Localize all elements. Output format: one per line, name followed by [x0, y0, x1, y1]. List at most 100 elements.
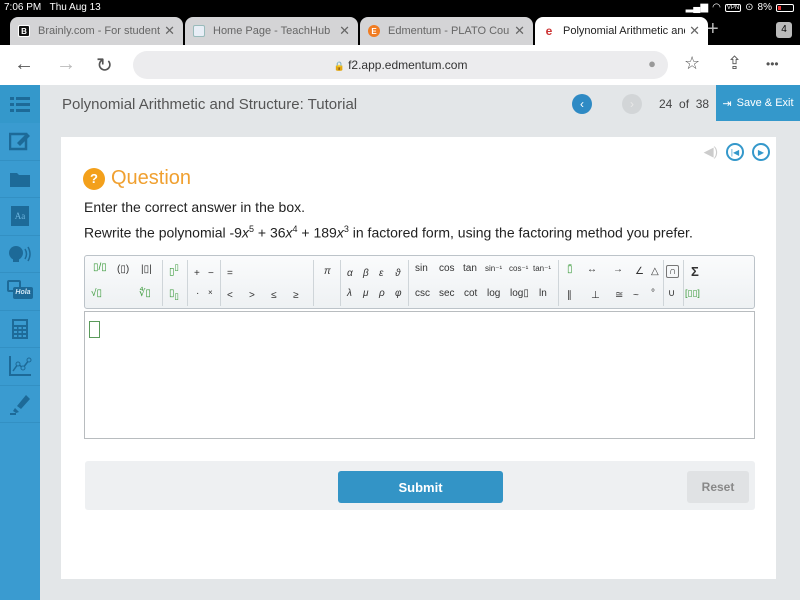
greater-equal-button[interactable]: ≥: [293, 290, 299, 301]
back-icon[interactable]: ←: [14, 53, 34, 76]
submit-button[interactable]: Submit: [338, 471, 503, 503]
exit-icon: ⇥: [722, 97, 732, 110]
volume-icon[interactable]: ◀): [704, 144, 718, 160]
pi-button[interactable]: π: [324, 266, 331, 277]
share-icon[interactable]: ⇪: [727, 53, 742, 74]
close-tab-icon[interactable]: ✕: [339, 23, 350, 39]
phi-button[interactable]: φ: [395, 288, 402, 299]
sidebar-item-folder[interactable]: [0, 161, 40, 198]
address-bar-row: ← → ↻ 🔒 f2.app.edmentum.com ● ☆ ⇪ •••: [0, 45, 800, 85]
bookmark-star-icon[interactable]: ☆: [684, 53, 700, 74]
menu-button[interactable]: [0, 85, 40, 123]
times-button[interactable]: ×: [208, 288, 213, 297]
new-tab-icon[interactable]: +: [707, 18, 719, 41]
browser-tab-strip: 7:06 PM Thu Aug 13 ▂▄▆ ◠ VPN ⊙ 8% B Brai…: [0, 0, 800, 45]
browser-tab-teachhub[interactable]: Home Page - TeachHub ✕: [185, 17, 358, 45]
csc-button[interactable]: csc: [415, 288, 430, 299]
sidebar-item-text-to-speech[interactable]: [0, 236, 40, 273]
close-tab-icon[interactable]: ✕: [514, 23, 525, 39]
congruent-button[interactable]: ≅: [615, 290, 623, 301]
sin-button[interactable]: sin: [415, 263, 428, 274]
ray-button[interactable]: →: [613, 264, 623, 275]
theta-button[interactable]: ϑ: [395, 268, 401, 279]
submit-bar: Submit Reset: [85, 461, 755, 510]
less-than-button[interactable]: <: [227, 290, 233, 301]
app-header: Polynomial Arithmetic and Structure: Tut…: [0, 85, 800, 123]
reset-button[interactable]: Reset: [687, 471, 749, 503]
tan-button[interactable]: tan: [463, 263, 477, 274]
status-time: 7:06 PM Thu Aug 13: [4, 2, 101, 13]
cos-button[interactable]: cos: [439, 263, 455, 274]
play-audio-button[interactable]: ▶: [752, 143, 770, 161]
similar-button[interactable]: ~: [633, 290, 639, 301]
beta-button[interactable]: β: [363, 268, 369, 279]
rho-button[interactable]: ρ: [379, 288, 385, 299]
browser-tab-polynomial[interactable]: e Polynomial Arithmetic and Structure ✕: [535, 17, 708, 45]
sidebar-item-calculator[interactable]: [0, 311, 40, 348]
arccos-button[interactable]: cos⁻¹: [509, 264, 528, 273]
toolbar-group-scripts: ▯▯ ▯▯: [163, 260, 188, 306]
microphone-icon[interactable]: ●: [648, 56, 656, 71]
sidebar-item-translate[interactable]: Hola: [0, 273, 40, 311]
ln-button[interactable]: ln: [539, 288, 547, 299]
audio-controls: ◀) |◀ ▶: [704, 143, 770, 161]
equals-button[interactable]: =: [227, 268, 233, 279]
close-tab-icon[interactable]: ✕: [689, 23, 700, 39]
previous-page-button[interactable]: ‹: [572, 94, 592, 114]
overline-button[interactable]: ▯̄: [567, 264, 573, 275]
log-button[interactable]: log: [487, 288, 500, 299]
forward-icon[interactable]: →: [56, 53, 76, 76]
next-page-button[interactable]: ›: [622, 94, 642, 114]
browser-tab-edmentum[interactable]: E Edmentum - PLATO Courses ✕: [360, 17, 533, 45]
lambda-button[interactable]: λ: [347, 288, 352, 299]
sidebar-item-dictionary[interactable]: Aa: [0, 198, 40, 236]
summation-button[interactable]: Σ: [691, 264, 699, 279]
restart-audio-button[interactable]: |◀: [726, 143, 744, 161]
save-exit-button[interactable]: ⇥ Save & Exit: [716, 85, 800, 121]
dot-button[interactable]: ·: [196, 288, 199, 299]
log-base-button[interactable]: log▯: [510, 288, 529, 299]
cot-button[interactable]: cot: [464, 288, 477, 299]
parallel-button[interactable]: ∥: [567, 290, 572, 301]
sidebar-item-notes[interactable]: [0, 123, 40, 161]
subscript-button[interactable]: ▯▯: [169, 288, 179, 301]
fraction-button[interactable]: ▯/▯: [93, 262, 107, 273]
square-root-button[interactable]: √▯: [91, 288, 102, 299]
plus-button[interactable]: +: [194, 268, 200, 279]
input-cursor-placeholder[interactable]: [89, 321, 100, 338]
more-icon[interactable]: •••: [766, 57, 779, 71]
tutorial-title: Polynomial Arithmetic and Structure: Tut…: [62, 96, 358, 113]
perpendicular-button[interactable]: ⊥: [591, 290, 600, 301]
url-text: f2.app.edmentum.com: [348, 58, 468, 72]
nth-root-button[interactable]: ∜▯: [139, 288, 151, 299]
tab-count-button[interactable]: 4: [776, 22, 792, 38]
answer-input[interactable]: [84, 311, 755, 439]
epsilon-button[interactable]: ε: [379, 268, 383, 279]
greater-than-button[interactable]: >: [249, 290, 255, 301]
intersection-button[interactable]: ∩: [666, 265, 680, 278]
url-input[interactable]: 🔒 f2.app.edmentum.com ●: [133, 51, 668, 79]
absolute-value-button[interactable]: |▯|: [141, 264, 152, 275]
sidebar-item-graph[interactable]: [0, 348, 40, 386]
union-button[interactable]: ∪: [668, 288, 675, 299]
superscript-button[interactable]: ▯▯: [169, 262, 179, 277]
mu-button[interactable]: μ: [363, 288, 368, 299]
triangle-button[interactable]: △: [651, 266, 659, 277]
question-mark-icon: ?: [83, 167, 105, 190]
close-tab-icon[interactable]: ✕: [164, 23, 175, 39]
sidebar-item-highlighter[interactable]: [0, 386, 40, 423]
angle-button[interactable]: ∠: [635, 266, 644, 277]
alpha-button[interactable]: α: [347, 268, 353, 279]
reload-icon[interactable]: ↻: [96, 53, 113, 78]
less-equal-button[interactable]: ≤: [271, 290, 277, 301]
line-button[interactable]: ↔: [587, 264, 597, 275]
arctan-button[interactable]: tan⁻¹: [533, 264, 551, 273]
parentheses-button[interactable]: (▯): [117, 264, 129, 275]
arcsin-button[interactable]: sin⁻¹: [485, 264, 502, 273]
minus-button[interactable]: −: [208, 268, 214, 279]
sec-button[interactable]: sec: [439, 288, 455, 299]
degree-button[interactable]: °: [651, 288, 655, 299]
question-prompt: Rewrite the polynomial -9x5 + 36x4 + 189…: [84, 224, 693, 241]
browser-tab-brainly[interactable]: B Brainly.com - For students ✕: [10, 17, 183, 45]
matrix-button[interactable]: [▯▯]: [685, 288, 700, 299]
